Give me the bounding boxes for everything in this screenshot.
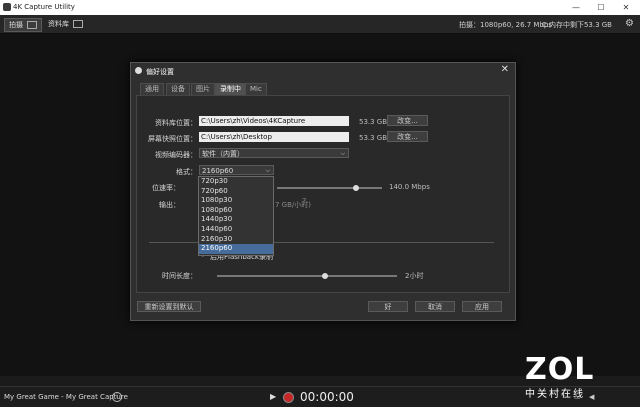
dialog-header: 偏好设置 ✕ (131, 63, 515, 78)
chevron-down-icon: ⌵ (265, 167, 270, 174)
dialog-title: 偏好设置 (146, 68, 174, 76)
screenshot-change-button[interactable]: 改变... (387, 131, 428, 142)
disk-status: C:内存中剩下53.3 GB (541, 21, 612, 29)
info-icon[interactable]: i (112, 392, 122, 402)
format-label: 格式： (176, 168, 197, 176)
format-select[interactable]: 2160p60 ⌵ (199, 165, 274, 175)
preferences-dialog: 偏好设置 ✕ 通用 设备 图片 录制中 Mic 资料库位置： C:\Users\… (130, 62, 516, 321)
reset-defaults-button[interactable]: 重新设置到默认 (137, 301, 201, 312)
format-option-1080p30[interactable]: 1080p30 (199, 196, 273, 206)
app-icon (135, 67, 142, 74)
record-button[interactable] (283, 392, 294, 403)
duration-slider-handle[interactable] (322, 273, 328, 279)
cancel-button[interactable]: 取消 (415, 301, 455, 312)
format-option-2160p60[interactable]: 2160p60 (199, 244, 273, 254)
main-toolbar: 拍摄 资料库 拍摄：1080p60, 26.7 Mbps C:内存中剩下53.3… (0, 15, 640, 34)
screenshot-label: 屏幕快照位置： (148, 135, 197, 143)
close-window-button[interactable]: ✕ (614, 1, 638, 14)
format-dropdown-list: 720p30 720p60 1080p30 1080p60 1440p30 1440p60… (198, 176, 274, 256)
capture-status: 拍摄：1080p60, 26.7 Mbps (459, 21, 552, 29)
library-label: 资料库位置： (155, 119, 197, 127)
system-tray: ⌃ ▭ ◀ (560, 393, 594, 401)
format-option-1440p30[interactable]: 1440p30 (199, 215, 273, 225)
window-title: 4K Capture Utility (13, 3, 75, 11)
apply-button[interactable]: 应用 (462, 301, 502, 312)
encoder-value: 软件（内置） (202, 150, 244, 158)
encoder-label: 视频编码器： (155, 151, 197, 159)
bitrate-value: 140.0 Mbps (389, 183, 430, 191)
recording-pane: 资料库位置： C:\Users\zh\Videos\4KCapture 53.3… (136, 95, 510, 293)
minimize-button[interactable]: — (564, 1, 588, 14)
format-value: 2160p60 (202, 167, 234, 175)
library-change-button[interactable]: 改变... (387, 115, 428, 126)
format-option-2160p30[interactable]: 2160p30 (199, 235, 273, 245)
close-icon[interactable]: ✕ (501, 64, 509, 75)
chevron-up-icon[interactable]: ⌃ (560, 393, 566, 401)
help-icon[interactable]: ? (302, 197, 306, 206)
tab-library-label: 资料库 (48, 20, 69, 28)
library-path-field[interactable]: C:\Users\zh\Videos\4KCapture (199, 116, 349, 126)
screenshot-size: 53.3 GB (359, 134, 388, 142)
game-title: My Great Game - My Great Capture (4, 393, 128, 401)
tab-general[interactable]: 通用 (140, 83, 164, 95)
record-timer: 00:00:00 (300, 390, 354, 404)
duration-value: 2小时 (405, 272, 424, 280)
tab-library[interactable]: 资料库 (44, 18, 87, 30)
format-option-1440p60[interactable]: 1440p60 (199, 225, 273, 235)
play-icon[interactable]: ▶ (270, 392, 276, 401)
encoder-select[interactable]: 软件（内置） ⌵ (199, 148, 349, 158)
screenshot-path-field[interactable]: C:\Users\zh\Desktop (199, 132, 349, 142)
library-size: 53.3 GB (359, 118, 388, 126)
app-logo-icon (3, 3, 11, 11)
tab-images[interactable]: 图片 (191, 83, 215, 95)
tab-capture[interactable]: 拍摄 (4, 18, 42, 32)
bitrate-label: 位速率： (152, 184, 180, 192)
window-titlebar: 4K Capture Utility — ☐ ✕ (0, 0, 640, 15)
duration-label: 时间长度： (162, 272, 197, 280)
tab-capture-label: 拍摄 (9, 21, 23, 29)
volume-icon[interactable]: ◀ (589, 393, 594, 401)
maximize-button[interactable]: ☐ (589, 1, 613, 14)
duration-slider-track[interactable] (217, 275, 397, 277)
chevron-down-icon: ⌵ (340, 150, 345, 157)
library-icon (73, 20, 83, 28)
camera-icon (27, 21, 37, 29)
format-option-720p30[interactable]: 720p30 (199, 177, 273, 187)
network-icon[interactable]: ▭ (574, 393, 581, 401)
bitrate-slider-track[interactable] (277, 187, 382, 189)
bitrate-slider-handle[interactable] (352, 185, 359, 191)
tab-recording[interactable]: 录制中 (215, 83, 246, 95)
gear-icon[interactable]: ⚙ (625, 18, 634, 29)
output-label: 输出： (159, 201, 180, 209)
tab-devices[interactable]: 设备 (166, 83, 190, 95)
format-option-1080p60[interactable]: 1080p60 (199, 206, 273, 216)
brand-logo-text: ZOL (525, 352, 595, 387)
tab-mic[interactable]: Mic (245, 83, 267, 95)
ok-button[interactable]: 好 (368, 301, 408, 312)
format-option-720p60[interactable]: 720p60 (199, 187, 273, 197)
